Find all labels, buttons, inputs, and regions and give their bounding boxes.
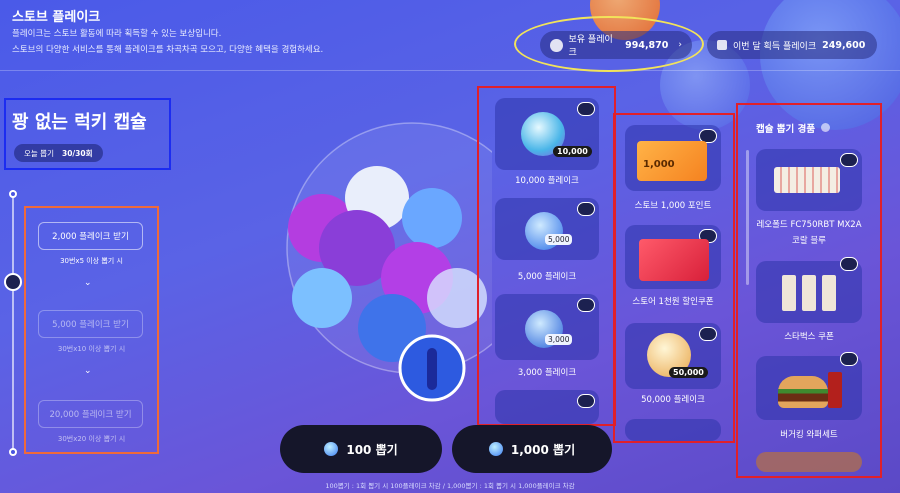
reward-steps: 2,000 플레이크 받기 30번x5 이상 뽑기 시 ⌄ 5,000 플레이크…: [24, 206, 159, 454]
step-reward-button-1[interactable]: 2,000 플레이크 받기: [38, 222, 143, 250]
keyboard-icon: [774, 167, 840, 193]
capsule-gem-icon: [488, 442, 503, 456]
capsule-badge-icon: [577, 394, 595, 408]
progress-knob: [4, 273, 22, 291]
reward-card-next: [495, 390, 599, 424]
prize-card-starbucks: [756, 257, 862, 323]
step-note-1: 30번x5 이상 뽑기 시: [60, 257, 123, 265]
reward-card-next: [625, 419, 721, 441]
owned-flakes-pill[interactable]: 보유 플레이크 994,870 ›: [540, 31, 692, 59]
reward-card-store-coupon: [625, 225, 721, 289]
today-count-badge: 오늘 뽑기 30/30회: [14, 144, 103, 162]
draw-1000-button[interactable]: 1,000 뽑기: [452, 425, 612, 473]
event-title: 꽝 없는 럭키 캡슐: [12, 112, 147, 133]
today-value: 30/30회: [61, 148, 93, 158]
reward-card-50000: 50,000: [625, 323, 721, 389]
calendar-icon: [717, 40, 727, 50]
event-title-box: 꽝 없는 럭키 캡슐 오늘 뽑기 30/30회: [4, 98, 171, 170]
coffee-icon: [782, 275, 796, 311]
capsule-badge-icon: [577, 298, 595, 312]
capsule-badge-icon: [840, 352, 858, 366]
chevron-right-icon: ›: [678, 40, 682, 50]
step-reward-button-3[interactable]: 20,000 플레이크 받기: [38, 400, 143, 428]
capsule-badge-icon: [840, 153, 858, 167]
flake-reward-column: 10,000 10,000 플레이크 5,000 5,000 플레이크 3,00…: [477, 86, 616, 426]
prize-card-next: [756, 452, 862, 472]
month-value: 249,600: [822, 39, 866, 51]
desc-line-1: 플레이크는 스토브 활동에 따라 획득할 수 있는 보상입니다.: [12, 29, 222, 39]
reward-card-5000: 5,000: [495, 198, 599, 260]
tag-1000: 1,000: [643, 159, 675, 170]
owned-label: 보유 플레이크: [568, 35, 613, 58]
prize-label-starbucks: 스타벅스 쿠폰: [784, 332, 834, 342]
prize-title-text: 캡슐 뽑기 경품: [756, 124, 816, 135]
step-note-3: 30번x20 이상 뽑기 시: [57, 435, 126, 443]
capsule-badge-icon: [577, 202, 595, 216]
info-icon[interactable]: [821, 123, 831, 132]
reward-label-stove-points: 스토브 1,000 포인트: [634, 201, 712, 211]
prize-card-keyboard: [756, 149, 862, 211]
tag-10000: 10,000: [553, 146, 592, 157]
draw-100-button[interactable]: 100 뽑기: [280, 425, 442, 473]
capsule-badge-icon: [577, 102, 595, 116]
month-flakes-pill: 이번 달 획득 플레이크 249,600: [707, 31, 877, 59]
draw-100-label: 100 뽑기: [346, 442, 398, 457]
today-label: 오늘 뽑기: [24, 148, 54, 158]
reward-label-3000: 3,000 플레이크: [517, 368, 577, 378]
draw-1000-label: 1,000 뽑기: [510, 442, 576, 457]
capsule-badge-icon: [699, 327, 717, 341]
prize-scrollbar[interactable]: [746, 150, 749, 285]
capsule-machine-illustration: [286, 122, 492, 402]
tag-5000: 5,000: [545, 234, 573, 245]
header-description: 플레이크는 스토브 활동에 따라 획득할 수 있는 보상입니다. 스토브의 다양…: [12, 26, 323, 58]
chevron-down-icon: ⌄: [84, 278, 92, 288]
flake-icon: [550, 38, 563, 52]
header-divider: [0, 70, 900, 71]
burger-icon: [778, 376, 828, 408]
progress-dot-bottom: [9, 448, 17, 456]
prize-label-keyboard-1: 레오폴드 FC750RBT MX2A: [756, 220, 862, 230]
reward-label-5000: 5,000 플레이크: [517, 272, 577, 282]
chevron-down-icon: ⌄: [84, 366, 92, 376]
month-label: 이번 달 획득 플레이크: [733, 41, 817, 52]
coffee-icon: [802, 275, 816, 311]
prize-card-burger: [756, 352, 862, 420]
brand-title: 스토브 플레이크: [12, 10, 101, 25]
step-reward-button-2[interactable]: 5,000 플레이크 받기: [38, 310, 143, 338]
reward-card-3000: 3,000: [495, 294, 599, 360]
step-note-2: 30번x10 이상 뽑기 시: [57, 345, 126, 353]
reward-label-50000: 50,000 플레이크: [641, 395, 705, 405]
coupon-card-icon: [639, 239, 709, 281]
draw-cost-note: 100뽑기 : 1회 뽑기 시 100플레이크 차감 / 1,000뽑기 : 1…: [325, 482, 575, 490]
owned-value: 994,870: [625, 39, 669, 51]
desc-line-2: 스토브의 다양한 서비스를 통해 플레이크를 차곡차곡 모으고, 다양한 혜택을…: [12, 45, 324, 55]
prize-label-burger: 버거킹 와퍼세트: [780, 430, 838, 440]
tag-3000: 3,000: [545, 334, 573, 345]
reward-label-10000: 10,000 플레이크: [515, 176, 579, 186]
coffee-icon: [822, 275, 836, 311]
reward-label-store-coupon: 스토어 1천원 할인쿠폰: [632, 297, 714, 307]
drink-icon: [828, 372, 842, 408]
progress-dot-top: [9, 190, 17, 198]
reward-card-stove-points: 1,000: [625, 125, 721, 191]
prize-title: 캡슐 뽑기 경품: [756, 121, 831, 135]
point-reward-column: 1,000 스토브 1,000 포인트 스토어 1천원 할인쿠폰 50,000 …: [613, 113, 735, 443]
reward-card-10000: 10,000: [495, 98, 599, 170]
capsule-badge-icon: [840, 257, 858, 271]
progress-track: [12, 190, 14, 455]
prize-label-keyboard-2: 코랄 블루: [792, 236, 826, 246]
tag-50000: 50,000: [669, 367, 708, 378]
capsule-gem-icon: [324, 442, 339, 456]
